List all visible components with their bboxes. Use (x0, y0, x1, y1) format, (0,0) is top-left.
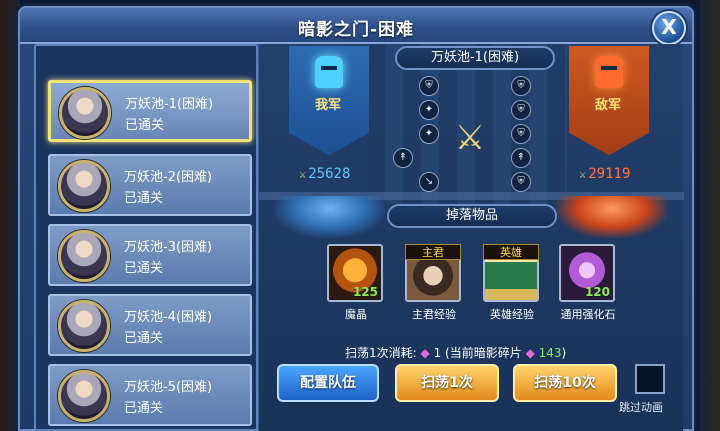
item-count: 125 (352, 285, 378, 299)
level-name: 万妖池-5(困难) (124, 380, 213, 395)
level-name: 万妖池-1(困难) (125, 97, 214, 112)
window-title: 暗影之门-困难 (297, 20, 415, 40)
ally-helmet-icon (315, 56, 343, 88)
ally-slot-icon: ⛨ (419, 76, 439, 96)
ally-slot-icon: ✦ (419, 124, 439, 144)
sword-icon: ⚔ (299, 167, 307, 181)
sweep-once-button[interactable]: 扫荡1次 (395, 364, 499, 402)
shadow-shard-icon: ◆ (525, 346, 535, 360)
item-name: 魔晶 (345, 308, 367, 321)
enemy-slot-icon: ⛨ (511, 124, 531, 144)
skip-animation-label: 跳过动画 (619, 401, 663, 414)
enemy-slot-icon: ⛨ (511, 76, 531, 96)
drop-item[interactable]: 主君 主君经验 (405, 244, 463, 322)
boss-portrait (58, 230, 110, 282)
background-left (0, 0, 20, 431)
configure-team-button[interactable]: 配置队伍 (277, 364, 379, 402)
magic-crystal-icon: 125 (327, 244, 383, 302)
drop-item[interactable]: 120 通用强化石 (559, 244, 617, 322)
boss-portrait (58, 160, 110, 212)
level-card-4[interactable]: 万妖池-4(困难) 已通关 (48, 294, 252, 356)
sword-icon: ⚔ (579, 167, 587, 181)
enemy-helmet-icon (595, 56, 623, 88)
enemy-slot-icon: ↟ (511, 148, 531, 168)
level-name: 万妖池-2(困难) (124, 170, 213, 185)
item-count: 120 (584, 285, 610, 299)
level-status: 已通关 (124, 401, 164, 416)
shadow-shard-icon: ◆ (420, 346, 430, 360)
enemy-mist (557, 196, 667, 238)
drop-item[interactable]: 125 魔晶 (327, 244, 385, 322)
level-name: 万妖池-4(困难) (124, 310, 213, 325)
close-button[interactable]: X (652, 11, 686, 45)
enemy-slot-icon: ⛨ (511, 100, 531, 120)
background-right (700, 0, 720, 431)
ally-mist (275, 196, 385, 238)
level-status: 已通关 (124, 191, 164, 206)
enemy-slot-icon: ⛨ (511, 172, 531, 192)
item-tag: 主君 (405, 244, 461, 260)
level-name: 万妖池-3(困难) (124, 240, 213, 255)
enemy-label: 敌军 (595, 98, 622, 113)
ally-slot-icon: ↟ (393, 148, 413, 168)
ally-slot-icon: ✦ (419, 100, 439, 120)
level-card-3[interactable]: 万妖池-3(困难) 已通关 (48, 224, 252, 286)
stage-name: 万妖池-1(困难) (395, 46, 555, 70)
enemy-power: ⚔ 29119 (579, 166, 631, 182)
ally-slot-icon: ↘ (419, 172, 439, 192)
skip-animation-checkbox[interactable] (635, 364, 665, 394)
enhance-stone-icon: 120 (559, 244, 615, 302)
boss-portrait (58, 300, 110, 352)
level-card-1[interactable]: 万妖池-1(困难) 已通关 (48, 80, 252, 142)
item-tag: 英雄 (483, 244, 539, 260)
item-name: 主君经验 (412, 308, 456, 321)
sweep-cost: 扫荡1次消耗: ◆ 1 (当前暗影碎片 ◆ 143) (345, 346, 567, 360)
level-status: 已通关 (125, 118, 165, 133)
crossed-swords-icon: ⚔ (454, 118, 486, 158)
item-name: 英雄经验 (490, 308, 534, 321)
lord-exp-icon: 主君 (405, 244, 461, 302)
ally-power: ⚔ 25628 (299, 166, 351, 182)
drop-item[interactable]: 英雄 英雄经验 (483, 244, 541, 322)
ally-label: 我军 (315, 98, 342, 113)
boss-portrait (58, 370, 110, 422)
level-card-2[interactable]: 万妖池-2(困难) 已通关 (48, 154, 252, 216)
level-status: 已通关 (124, 331, 164, 346)
drops-label: 掉落物品 (387, 204, 557, 228)
level-status: 已通关 (124, 261, 164, 276)
level-list: 万妖池-1(困难) 已通关 万妖池-2(困难) 已通关 万妖池-3(困难) 已通… (34, 44, 258, 431)
sweep-ten-button[interactable]: 扫荡10次 (513, 364, 617, 402)
boss-portrait (59, 87, 111, 139)
title-bar: 暗影之门-困难 (20, 8, 692, 44)
item-name: 通用强化石 (560, 308, 616, 321)
level-card-5[interactable]: 万妖池-5(困难) 已通关 (48, 364, 252, 426)
hero-exp-icon: 英雄 (483, 244, 539, 302)
battle-detail-panel: 万妖池-1(困难) 我军 敌军 ⛨ ✦ ✦ ↟ ↘ ⛨ ⛨ ⛨ ↟ ⛨ ⚔ ⚔ 2… (258, 44, 684, 431)
